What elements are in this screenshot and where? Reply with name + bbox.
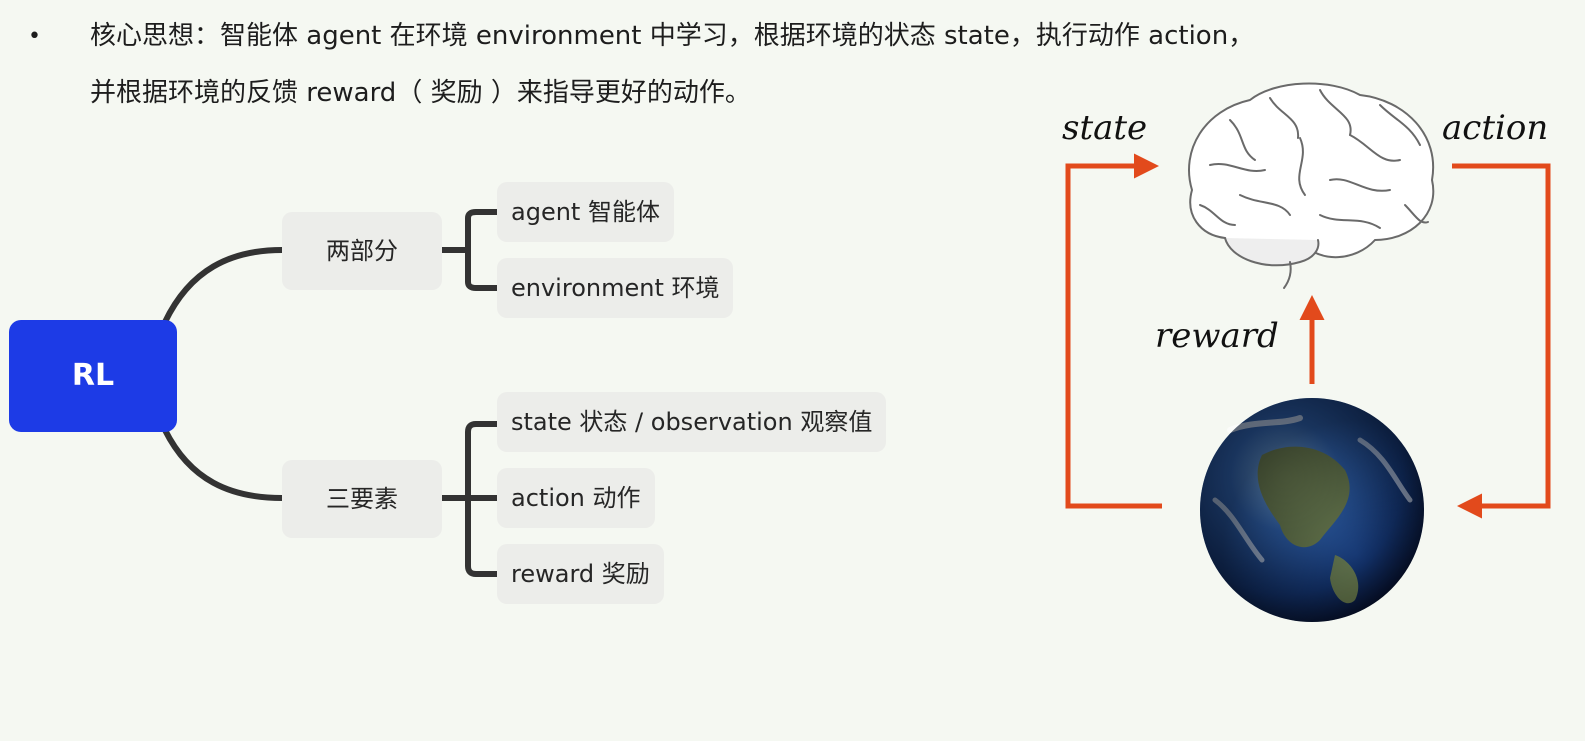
action-label: action [1442, 108, 1549, 148]
state-label: state [1062, 108, 1148, 148]
state-arrow [1065, 153, 1162, 509]
action-arrow [1452, 163, 1551, 519]
brain-icon [1188, 82, 1435, 289]
earth-icon [1200, 398, 1424, 622]
reward-label: reward [1155, 316, 1279, 356]
rl-loop-diagram [1065, 82, 1551, 622]
